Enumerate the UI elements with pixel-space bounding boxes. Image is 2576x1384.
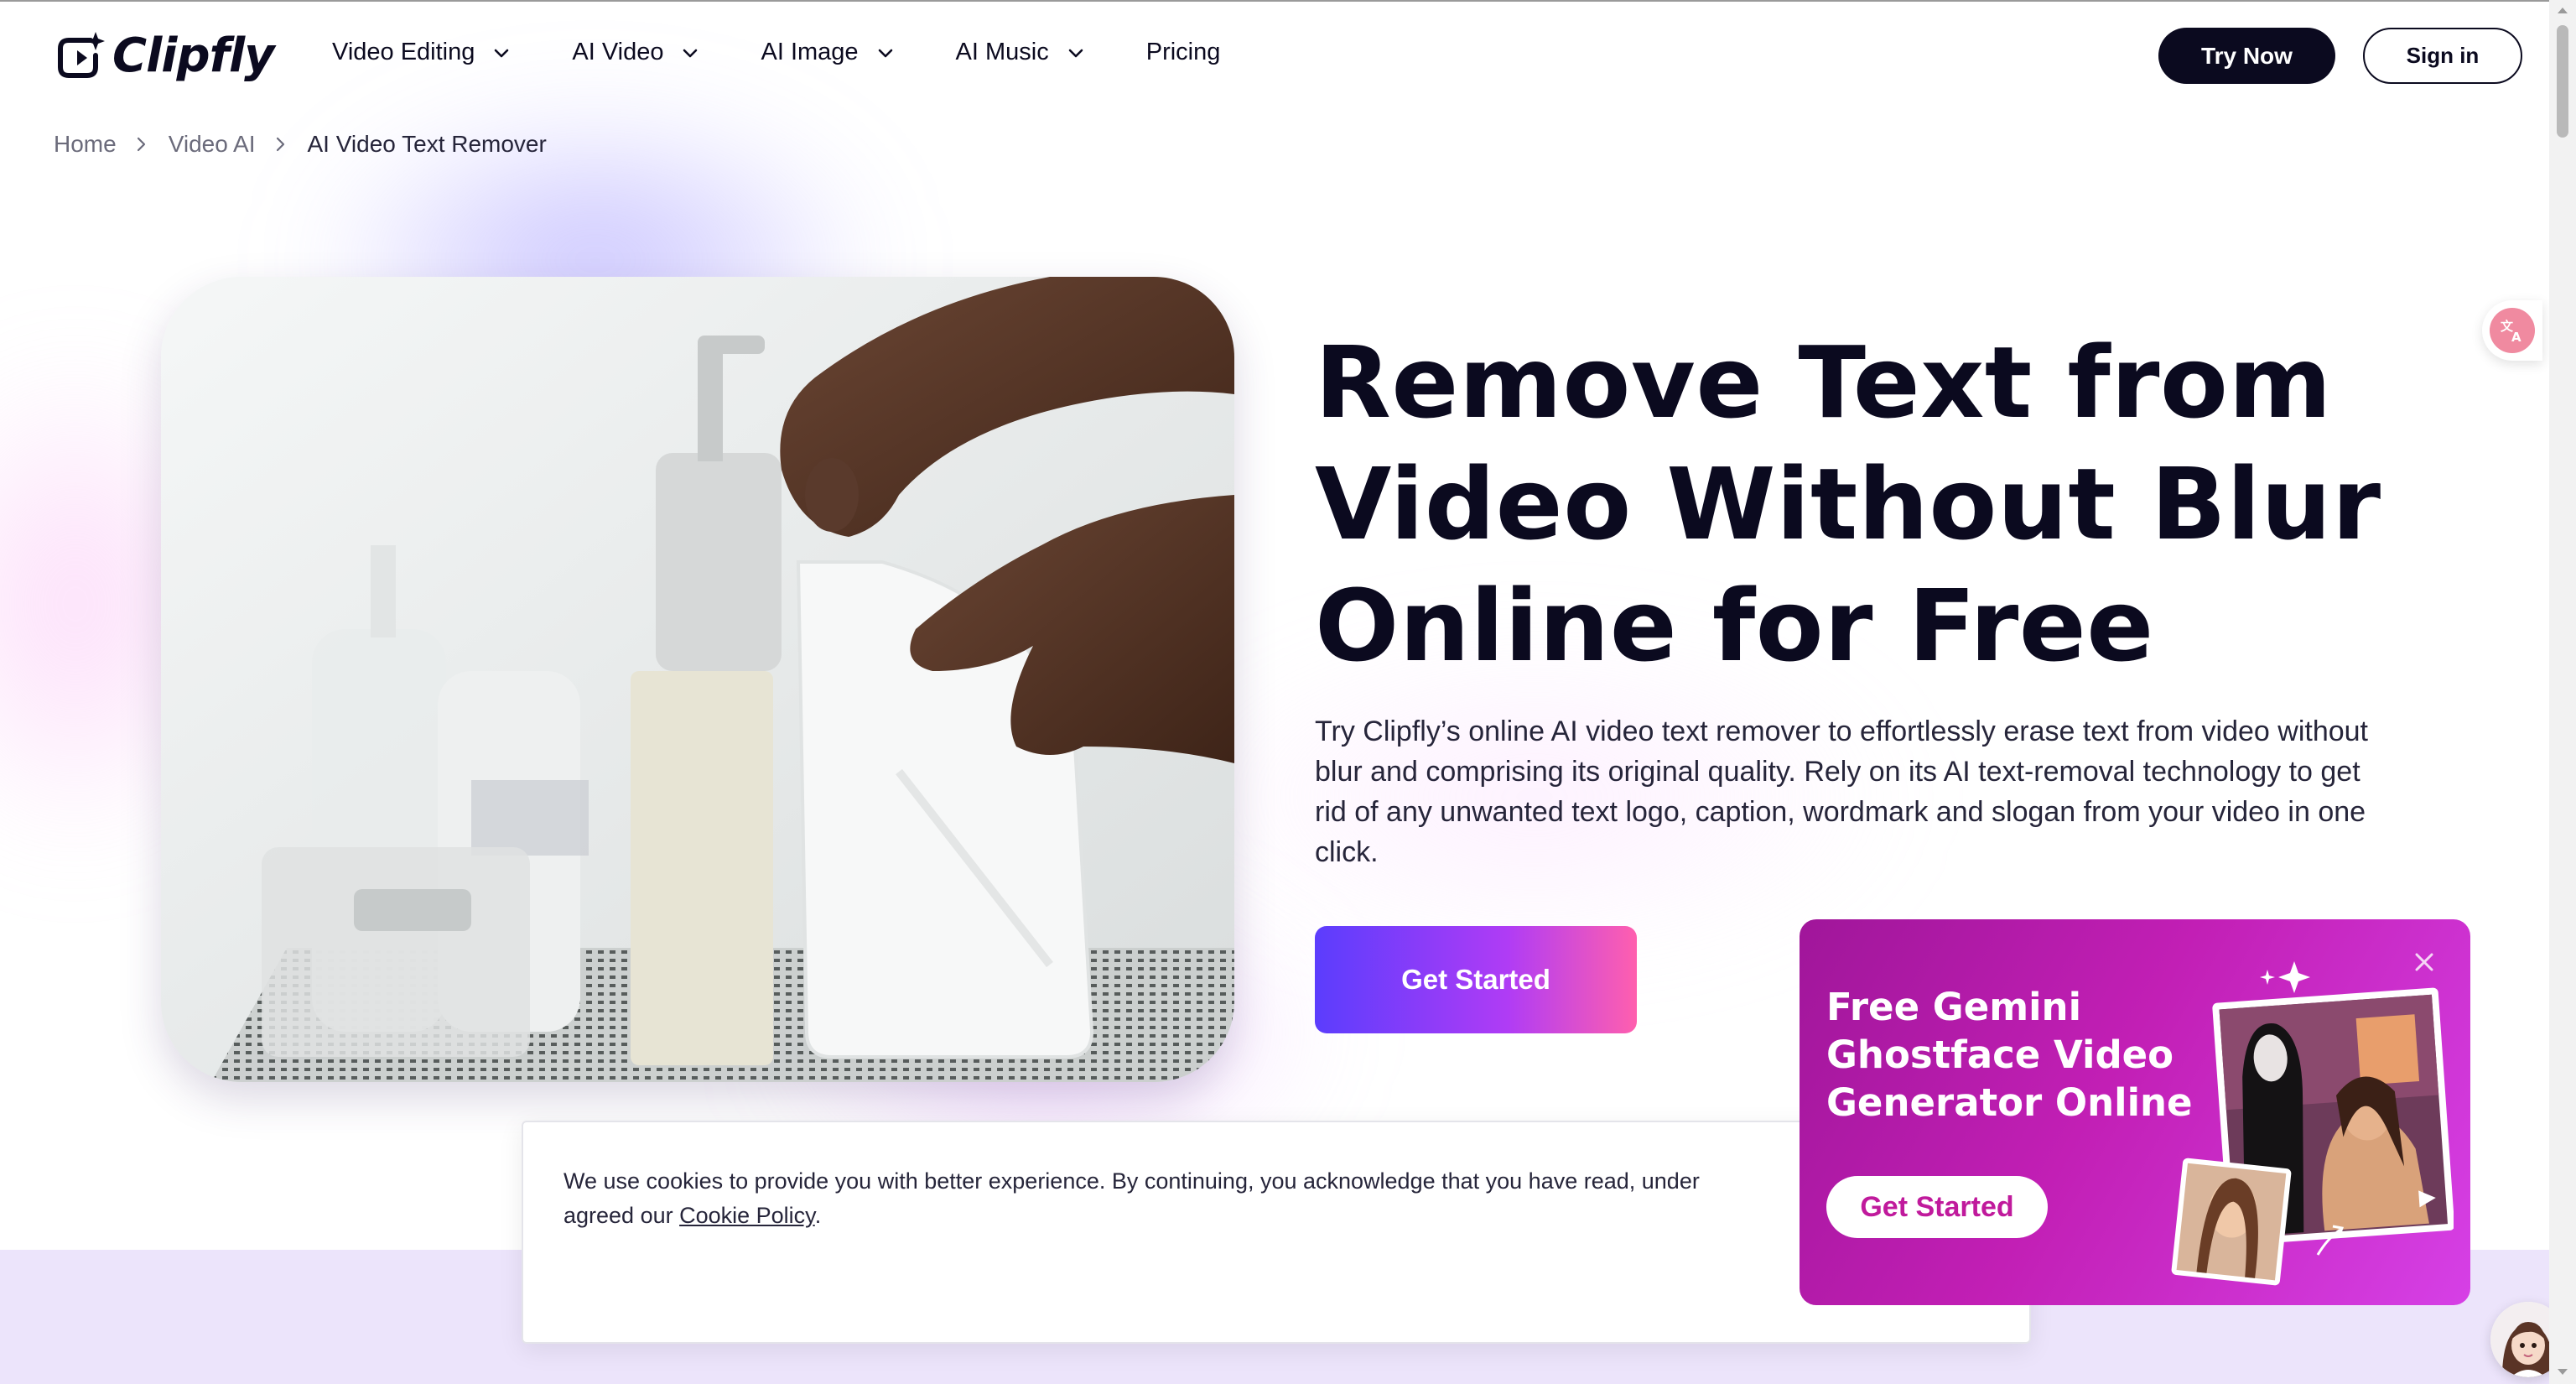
promo-title-line: Free Gemini bbox=[1826, 985, 2081, 1029]
breadcrumb: Home Video AI AI Video Text Remover bbox=[54, 131, 547, 158]
promo-title-line: Generator Online bbox=[1826, 1080, 2193, 1125]
cookie-text-line: agreed our bbox=[564, 1203, 680, 1228]
chevron-down-icon bbox=[495, 49, 509, 57]
cookie-text-line: We use cookies to provide you with bette… bbox=[564, 1168, 1700, 1194]
hero-title-line: Online for Free bbox=[1315, 568, 2154, 684]
promo-title: Free Gemini Ghostface Video Generator On… bbox=[1826, 983, 2212, 1126]
cookie-text: We use cookies to provide you with bette… bbox=[564, 1164, 1989, 1233]
nav-item-ai-video[interactable]: AI Video bbox=[572, 39, 700, 66]
page: Clipfly Video Editing AI Video AI Image … bbox=[0, 0, 2549, 1384]
promo-title-line: Ghostface Video bbox=[1826, 1033, 2174, 1077]
promo-illustration bbox=[2171, 961, 2454, 1286]
chevron-right-icon bbox=[137, 137, 145, 152]
breadcrumb-item-home[interactable]: Home bbox=[54, 131, 117, 158]
hero-image bbox=[161, 277, 1234, 1082]
nav-item-pricing[interactable]: Pricing bbox=[1146, 39, 1221, 66]
nav-item-ai-music[interactable]: AI Music bbox=[956, 39, 1086, 66]
nav-item-label: AI Video bbox=[572, 39, 664, 65]
close-icon[interactable] bbox=[2412, 950, 2437, 975]
nav-item-video-editing[interactable]: Video Editing bbox=[332, 39, 512, 66]
get-started-button[interactable]: Get Started bbox=[1315, 926, 1637, 1033]
breadcrumb-item-video-ai[interactable]: Video AI bbox=[169, 131, 256, 158]
chevron-down-icon bbox=[683, 49, 698, 57]
hero-title-line: Video Without Blur bbox=[1315, 446, 2381, 562]
nav-item-label: Video Editing bbox=[332, 39, 475, 65]
nav-item-label: AI Image bbox=[761, 39, 859, 65]
brand-logo[interactable]: Clipfly bbox=[54, 29, 275, 83]
cookie-policy-link[interactable]: Cookie Policy bbox=[679, 1203, 815, 1228]
hero-title-line: Remove Text from bbox=[1315, 325, 2332, 440]
scroll-down-icon[interactable] bbox=[2556, 1367, 2569, 1377]
try-now-button[interactable]: Try Now bbox=[2158, 28, 2335, 84]
chevron-right-icon bbox=[276, 137, 284, 152]
chevron-down-icon bbox=[1068, 49, 1083, 57]
nav-item-label: AI Music bbox=[955, 39, 1049, 65]
translate-icon: 文 A bbox=[2490, 308, 2535, 353]
hero-description: Try Clipfly’s online AI video text remov… bbox=[1315, 715, 2369, 868]
chevron-down-icon bbox=[878, 49, 892, 57]
promo-get-started-button[interactable]: Get Started bbox=[1826, 1176, 2048, 1238]
hero-illustration bbox=[161, 277, 1234, 1082]
brand-name: Clipfly bbox=[112, 29, 275, 83]
breadcrumb-item-current: AI Video Text Remover bbox=[307, 131, 547, 157]
sign-in-button[interactable]: Sign in bbox=[2363, 28, 2522, 84]
nav-item-ai-image[interactable]: AI Image bbox=[761, 39, 895, 66]
cookie-text-end: . bbox=[814, 1203, 822, 1228]
main-nav: Video Editing AI Video AI Image AI Music… bbox=[332, 39, 1280, 66]
scroll-up-icon[interactable] bbox=[2556, 5, 2569, 15]
page-scrollbar[interactable] bbox=[2549, 0, 2576, 1384]
clipfly-logo-icon bbox=[58, 31, 105, 78]
svg-text:A: A bbox=[2511, 330, 2521, 345]
scrollbar-thumb[interactable] bbox=[2557, 25, 2568, 138]
window-top-line bbox=[0, 0, 2576, 2]
hero-title: Remove Text from Video Without Blur Onli… bbox=[1315, 322, 2405, 687]
promo-popup: Free Gemini Ghostface Video Generator On… bbox=[1800, 919, 2470, 1305]
site-header: Clipfly Video Editing AI Video AI Image … bbox=[0, 2, 2549, 107]
translate-button[interactable]: 文 A bbox=[2482, 300, 2542, 361]
nav-item-label: Pricing bbox=[1145, 39, 1221, 65]
